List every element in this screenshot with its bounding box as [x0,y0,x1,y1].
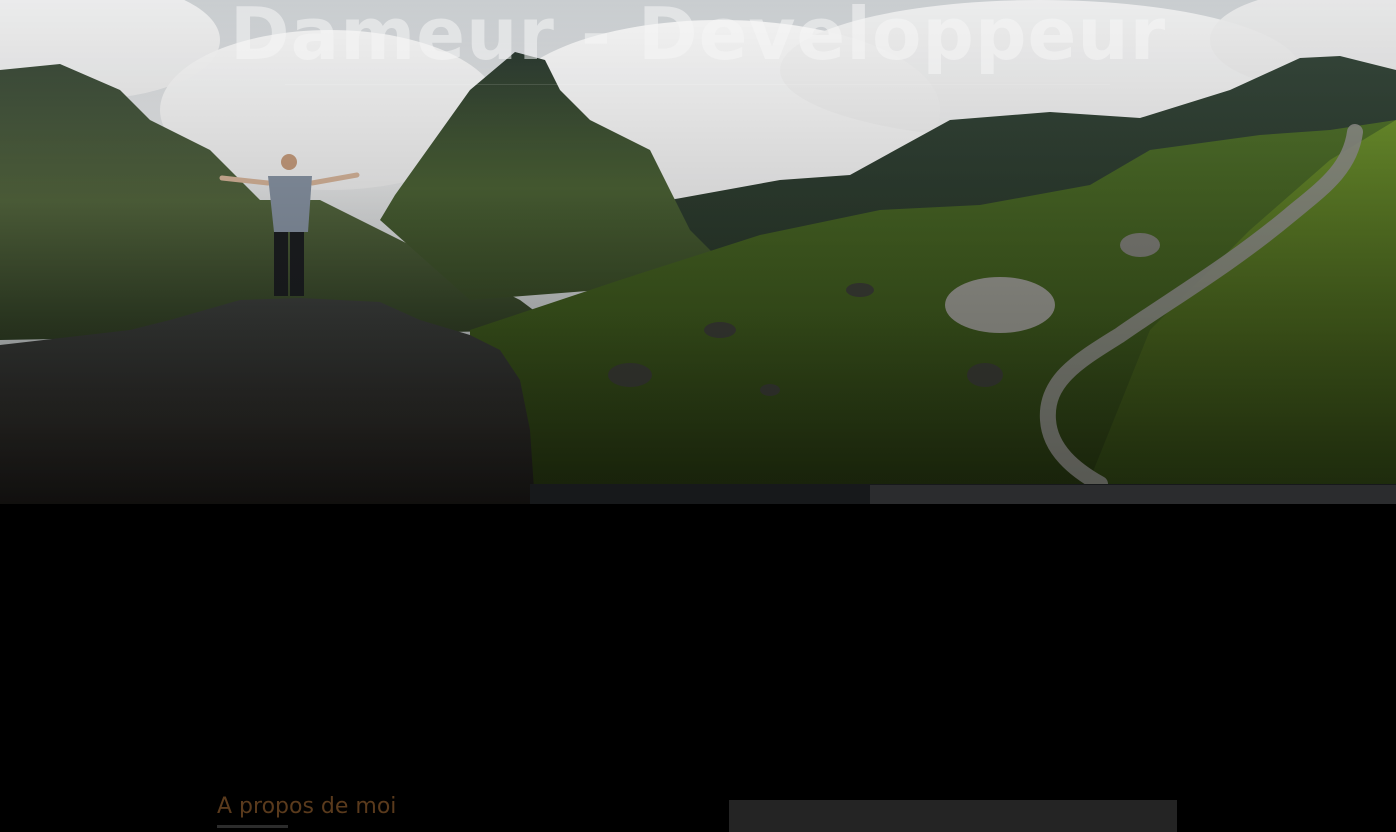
about-heading: A propos de moi [217,794,397,819]
page: Dameur - Developpeur A propos de moi [0,0,1396,832]
hero-title: Dameur - Developpeur [229,0,1167,76]
hero-bottom-band-highlight [870,485,1396,504]
about-heading-underline [217,825,288,828]
hero-banner: Dameur - Developpeur [0,0,1396,504]
hero-title-divider [285,84,1110,85]
about-panel [729,800,1177,832]
